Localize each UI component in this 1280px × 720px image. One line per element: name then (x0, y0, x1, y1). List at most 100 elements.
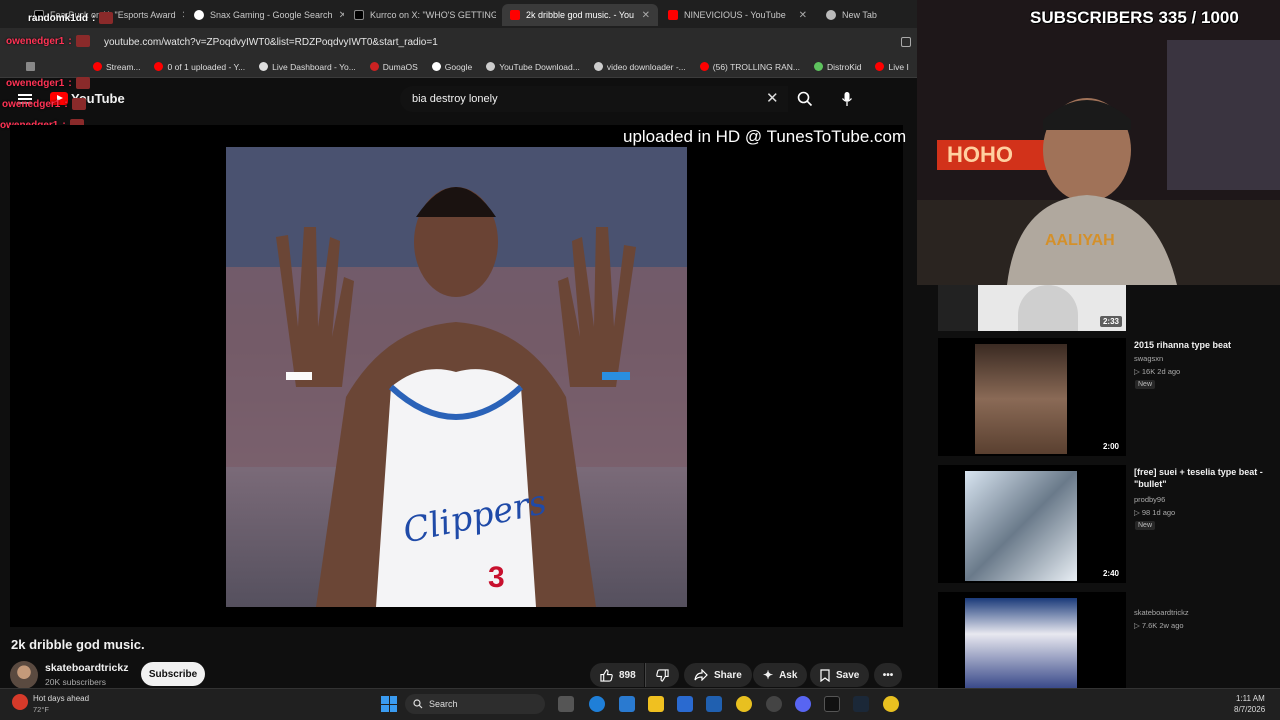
chrome-icon[interactable] (883, 696, 899, 712)
mail-icon[interactable] (677, 696, 693, 712)
discord-icon[interactable] (795, 696, 811, 712)
globe-icon (259, 62, 269, 71)
close-icon[interactable]: ✕ (642, 10, 650, 21)
bookmark-dumaos[interactable]: DumaOS (369, 62, 418, 72)
clock-time[interactable]: 1:11 AM (1236, 694, 1265, 703)
search-input[interactable]: bia destroy lonely (400, 86, 788, 112)
bookmark-google[interactable]: Google (431, 62, 472, 72)
chat-message: randomk1dd: (28, 12, 114, 24)
weather-icon[interactable] (12, 694, 28, 710)
search-button[interactable] (790, 86, 820, 112)
svg-text:HOHO: HOHO (947, 142, 1013, 167)
google-icon (194, 10, 204, 20)
recommendation-thumbnail[interactable]: 2:33 (938, 285, 1126, 331)
store-icon[interactable] (706, 696, 722, 712)
browser-tab-bar: FearBuck on X: "Esports Award ✕ Snax Gam… (0, 0, 917, 28)
bookmarks-bar: Stream... 0 of 1 uploaded - Y... Live Da… (0, 56, 917, 78)
video-frame[interactable]: Clippers 3 (226, 147, 687, 607)
bookmark-uploaded[interactable]: 0 of 1 uploaded - Y... (154, 62, 245, 72)
tab-ninevicious[interactable]: NINEVICIOUS - YouTube ✕ (660, 4, 815, 26)
ask-button[interactable]: ✦ Ask (753, 663, 808, 687)
file-explorer-icon[interactable] (648, 696, 664, 712)
youtube-icon (668, 10, 678, 20)
bookmark-trolling[interactable]: (56) TROLLING RAN... (699, 62, 800, 72)
bookmark-live-dashboard[interactable]: Live Dashboard - Yo... (259, 62, 356, 72)
clock-date[interactable]: 8/7/2026 (1234, 705, 1265, 714)
windows-start-icon[interactable] (381, 696, 397, 712)
obs-icon[interactable] (766, 696, 782, 712)
new-badge: New (1135, 521, 1156, 530)
edge-icon[interactable] (589, 696, 605, 712)
subscribe-button[interactable]: Subscribe (141, 662, 205, 686)
screenshot-icon[interactable] (901, 37, 911, 47)
voice-search-button[interactable] (834, 86, 860, 112)
chat-message: owenedger1: (2, 98, 86, 110)
address-bar[interactable]: youtube.com/watch?v=ZPoqdvyIWT0&list=RDZ… (0, 28, 917, 56)
like-button[interactable]: 898 (590, 663, 644, 687)
weather-text[interactable]: Hot days ahead (33, 694, 89, 703)
bookmark-distrokid[interactable]: DistroKid (814, 62, 861, 72)
channel-name[interactable]: skateboardtrickz (45, 662, 128, 674)
avatar[interactable] (10, 661, 38, 689)
recommendation-thumbnail[interactable] (938, 592, 1126, 688)
clear-search-icon[interactable]: ✕ (766, 89, 779, 107)
recommendation-thumbnail[interactable]: 2:40 (938, 465, 1126, 583)
recommendation-channel[interactable]: skateboardtrickz (1134, 606, 1189, 619)
recommendation-channel[interactable]: prodby96 (1134, 493, 1165, 506)
search-icon (797, 91, 813, 107)
bookmark-stream[interactable]: Stream... (93, 62, 140, 72)
more-actions-button[interactable]: ••• (874, 663, 902, 687)
tab-new-tab[interactable]: New Tab (818, 4, 916, 26)
dumaos-icon (369, 62, 379, 71)
steam-icon[interactable] (853, 696, 869, 712)
url-text[interactable]: youtube.com/watch?v=ZPoqdvyIWT0&list=RDZ… (104, 37, 438, 48)
recommendation-title[interactable]: [free] suei + teselia type beat - "bulle… (1134, 466, 1269, 490)
recommendation-meta: ▷ 7.6K 2w ago (1134, 621, 1184, 630)
webcam-scene: HOHO AALIYAH (917, 0, 1280, 285)
tab-kurrco[interactable]: Kurrco on X: "WHO'S GETTING ✕ (346, 4, 496, 26)
duration-badge: 2:33 (1099, 316, 1122, 327)
video-image: Clippers 3 (226, 147, 687, 607)
chat-message: owenedger1: (6, 35, 90, 47)
tab-current-video[interactable]: 2k dribble god music. - You ✕ (502, 4, 658, 26)
recommendation-meta: ▷ 98 1d ago (1134, 508, 1176, 517)
thumbs-down-icon (656, 668, 669, 682)
share-button[interactable]: Share (684, 663, 752, 687)
youtube-icon (875, 62, 885, 71)
subscriber-count: 20K subscribers (45, 677, 106, 687)
bookmark-yt-download[interactable]: YouTube Download... (486, 62, 580, 72)
save-button[interactable]: Save (810, 663, 870, 687)
close-icon[interactable]: ✕ (799, 10, 807, 21)
youtube-icon (93, 62, 102, 71)
recommendation-thumbnail[interactable]: 2:00 (938, 338, 1126, 456)
bookmark-live[interactable]: Live I (875, 62, 909, 72)
recommendation-title[interactable]: 2015 rihanna type beat (1134, 339, 1269, 351)
subscriber-goal: SUBSCRIBERS 335 / 1000 (1030, 8, 1239, 27)
dislike-button[interactable] (645, 663, 679, 687)
jersey-number: 3 (488, 561, 505, 594)
tab-snax-gaming[interactable]: Snax Gaming - Google Search ✕ (186, 4, 344, 26)
globe-icon (486, 62, 496, 71)
chrome-icon[interactable] (736, 696, 752, 712)
app-icon[interactable] (619, 696, 635, 712)
apps-icon[interactable] (26, 62, 35, 71)
close-icon[interactable]: ✕ (182, 10, 184, 21)
new-badge: New (1135, 380, 1156, 389)
globe-icon (593, 62, 603, 71)
close-icon[interactable]: ✕ (339, 10, 344, 21)
task-view-icon[interactable] (558, 696, 574, 712)
weather-temp: 72°F (33, 705, 49, 714)
tab-label: Snax Gaming - Google Search (210, 10, 333, 20)
sparkle-icon: ✦ (763, 668, 774, 682)
duration-badge: 2:40 (1099, 568, 1122, 579)
tab-label: Kurrco on X: "WHO'S GETTING (370, 10, 496, 20)
taskbar-search[interactable]: Search (405, 694, 545, 714)
video-watermark: uploaded in HD @ TunesToTube.com (623, 127, 907, 146)
chrome-icon (826, 10, 836, 20)
search-icon (413, 699, 423, 709)
bookmark-video-downloader[interactable]: video downloader -... (593, 62, 686, 72)
capcut-icon[interactable] (824, 696, 840, 712)
recommendation-channel[interactable]: swagsxn (1134, 352, 1163, 365)
youtube-icon (154, 62, 164, 71)
microphone-icon (841, 92, 853, 106)
